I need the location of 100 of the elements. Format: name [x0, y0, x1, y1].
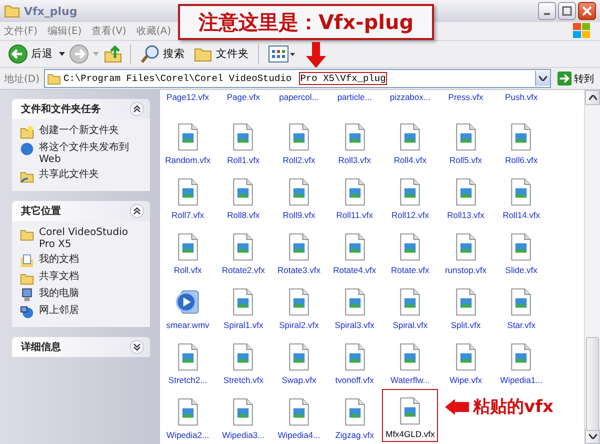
file-name[interactable]: Random.vfx — [165, 155, 210, 165]
file-name[interactable]: Wipedia1... — [500, 375, 543, 385]
file-name[interactable]: Roll2.vfx — [282, 155, 316, 165]
file-name[interactable]: Roll4.vfx — [394, 155, 426, 165]
expand-icon[interactable] — [130, 340, 144, 354]
address-path: C:\Program Files\Corel\Corel VideoStudio — [64, 73, 293, 84]
caret-icon — [539, 76, 547, 81]
file-name[interactable]: Swap.vfx — [282, 375, 316, 385]
globe-icon — [20, 142, 34, 156]
minimize-icon — [544, 13, 550, 15]
menu-item[interactable]: 编辑(E) — [48, 24, 82, 38]
folders-button[interactable]: 文件夹 — [191, 43, 251, 65]
go-button[interactable]: 转到 — [555, 71, 596, 86]
panel-header[interactable]: 文件和文件夹任务 — [12, 99, 150, 119]
window-title: Vfx_plug — [24, 4, 78, 18]
address-label: 地址(D) — [4, 72, 40, 86]
folder-icon — [20, 271, 34, 285]
panel-title: 其它位置 — [21, 204, 61, 218]
file-name[interactable]: Roll8.vfx — [227, 210, 260, 220]
file-name[interactable]: Wipe.vfx — [449, 375, 482, 385]
dropdown-button[interactable] — [535, 71, 550, 86]
folder-icon — [46, 72, 61, 84]
task-link[interactable]: 共享文档 — [39, 271, 79, 283]
task-link[interactable]: Corel VideoStudio Pro X5 — [39, 227, 139, 251]
menu-item[interactable]: 查看(V) — [92, 24, 126, 38]
task-link[interactable]: 共享此文件夹 — [39, 169, 99, 181]
file-name[interactable]: Roll5.vfx — [449, 155, 482, 165]
task-link[interactable]: 将这个文件夹发布到 Web — [39, 142, 139, 166]
annotation-callout: 注意这里是：Vfx-plug — [178, 4, 434, 40]
task-link[interactable]: 网上邻居 — [39, 305, 79, 317]
file-name[interactable]: Roll.vfx — [174, 265, 202, 275]
file-name[interactable]: Roll7.vfx — [172, 210, 204, 220]
minimize-button[interactable] — [538, 2, 556, 20]
file-name[interactable]: Rotate.vfx — [391, 265, 430, 275]
views-icon — [268, 44, 296, 64]
annotation-arrow — [445, 398, 469, 414]
file-name[interactable]: Rotate4.vfx — [333, 265, 376, 275]
down-caret-icon — [588, 434, 596, 439]
file-name[interactable]: Star.vfx — [507, 320, 536, 330]
file-name[interactable]: Spiral3.vfx — [334, 320, 374, 330]
file-name[interactable]: Wipedia3... — [222, 430, 265, 440]
menu-item[interactable]: 文件(F) — [4, 24, 38, 38]
file-name[interactable]: Wipedia4... — [278, 430, 320, 440]
file-name[interactable]: Roll13.vfx — [447, 210, 484, 220]
file-name[interactable]: papercol... — [271, 90, 327, 112]
file-name[interactable]: Press.vfx — [438, 90, 494, 112]
file-name[interactable]: Stretch2... — [168, 375, 208, 385]
file-name[interactable]: Push.vfx — [494, 90, 550, 112]
collapse-icon[interactable] — [130, 204, 144, 218]
folder-icon — [4, 4, 20, 18]
folder-icon — [20, 227, 34, 241]
file-name[interactable]: Roll9.vfx — [282, 210, 316, 220]
address-field[interactable]: C:\Program Files\Corel\Corel VideoStudio Pro X5\Vfx_plug — [44, 69, 551, 88]
file-name[interactable]: Rotate3.vfx — [277, 265, 320, 275]
file-name[interactable]: Rotate2.vfx — [222, 265, 265, 275]
file-name[interactable]: Spiral.vfx — [392, 320, 428, 330]
search-button[interactable]: 搜索 — [138, 43, 187, 65]
file-name[interactable]: tvonoff.vfx — [335, 375, 374, 385]
file-name[interactable]: Zigzag.vfx — [335, 430, 374, 440]
file-name[interactable]: Page.vfx — [216, 90, 272, 112]
file-name[interactable]: Roll14.vfx — [502, 210, 540, 220]
file-name[interactable]: Roll6.vfx — [505, 155, 538, 165]
panel-header[interactable]: 详细信息 — [12, 337, 150, 357]
collapse-icon[interactable] — [130, 102, 144, 116]
task-link[interactable]: 我的文档 — [39, 254, 79, 266]
file-name[interactable]: particle... — [326, 90, 382, 112]
file-name[interactable]: Stretch.vfx — [223, 375, 264, 385]
network-icon — [20, 305, 34, 319]
file-name[interactable]: Roll12.vfx — [392, 210, 429, 220]
task-link[interactable]: 创建一个新文件夹 — [39, 125, 119, 137]
panel-header[interactable]: 其它位置 — [12, 201, 150, 221]
views-button[interactable] — [266, 43, 298, 65]
file-name[interactable]: Roll3.vfx — [338, 155, 371, 165]
computer-icon — [20, 288, 34, 302]
file-name[interactable]: pizzabox... — [382, 90, 438, 112]
file-name[interactable]: Page12.vfx — [160, 90, 216, 112]
panel-title: 文件和文件夹任务 — [21, 102, 101, 116]
task-link[interactable]: 我的电脑 — [39, 288, 79, 300]
file-name[interactable]: smear.wmv — [166, 320, 210, 330]
caret-icon[interactable] — [59, 52, 65, 56]
file-name[interactable]: runstop.vfx — [444, 265, 487, 275]
file-name[interactable]: Spiral1.vfx — [224, 320, 264, 330]
file-name[interactable]: Roll1.vfx — [227, 155, 260, 165]
folder-icon — [20, 169, 34, 183]
close-button[interactable] — [578, 2, 596, 20]
file-name[interactable]: Roll11.vfx — [336, 210, 373, 220]
scrollbar-thumb[interactable] — [586, 337, 599, 431]
maximize-button[interactable] — [558, 2, 576, 20]
menu-item[interactable]: 收藏(A) — [136, 24, 171, 38]
file-name[interactable]: Mfx4GLD.vfx — [386, 429, 435, 439]
file-name[interactable]: Spiral2.vfx — [279, 320, 319, 330]
file-name[interactable]: Waterflw... — [390, 375, 430, 385]
scroll-up-button[interactable] — [585, 90, 600, 105]
highlighted-path: Pro X5\Vfx_plug — [300, 73, 386, 84]
file-name[interactable]: Wipedia2... — [166, 430, 210, 440]
up-folder-icon[interactable] — [103, 44, 123, 64]
back-button[interactable]: 后退 — [6, 43, 55, 65]
maximize-icon — [562, 6, 572, 16]
file-name[interactable]: Split.vfx — [450, 320, 481, 330]
file-name[interactable]: Slide.vfx — [505, 265, 538, 275]
